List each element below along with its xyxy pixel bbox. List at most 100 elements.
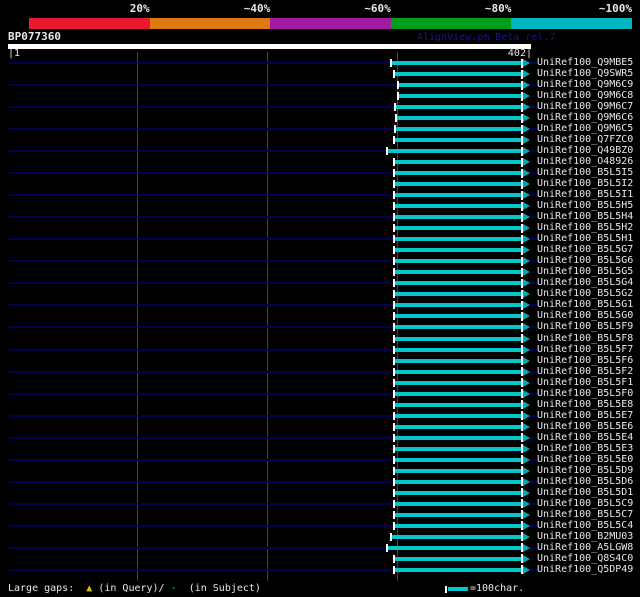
hit-label[interactable]: UniRef100_B5L5G1 bbox=[537, 300, 633, 310]
hit-bar[interactable] bbox=[394, 358, 521, 363]
hit-label[interactable]: UniRef100_B5L5G7 bbox=[537, 245, 633, 255]
hit-label[interactable]: UniRef100_Q9MBE5 bbox=[537, 58, 633, 68]
hit-bar[interactable] bbox=[394, 512, 521, 517]
hit-bar[interactable] bbox=[395, 127, 521, 132]
hit-bar[interactable] bbox=[394, 215, 521, 220]
hit-arrowhead-icon bbox=[523, 565, 530, 574]
hit-label[interactable]: UniRef100_B5L5G4 bbox=[537, 278, 633, 288]
hit-label[interactable]: UniRef100_B5L5H1 bbox=[537, 234, 633, 244]
hit-bar[interactable] bbox=[394, 281, 521, 286]
hit-bar[interactable] bbox=[394, 446, 521, 451]
hit-label[interactable]: UniRef100_Q9M6C7 bbox=[537, 102, 633, 112]
hit-bar[interactable] bbox=[394, 171, 521, 176]
hit-label[interactable]: UniRef100_B5L5C9 bbox=[537, 498, 633, 509]
hit-label[interactable]: UniRef100_B5L5F1 bbox=[537, 377, 633, 388]
hit-bar[interactable] bbox=[394, 138, 521, 143]
hit-label[interactable]: UniRef100_O48926 bbox=[537, 157, 633, 167]
hit-label[interactable]: UniRef100_B5L5G2 bbox=[537, 289, 633, 299]
hit-label[interactable]: UniRef100_B5L5F7 bbox=[537, 344, 633, 355]
hit-bar[interactable] bbox=[388, 149, 521, 154]
hit-bar[interactable] bbox=[394, 303, 521, 308]
hit-label[interactable]: UniRef100_B5L5D6 bbox=[537, 476, 633, 487]
hit-label[interactable]: UniRef100_B5L5E6 bbox=[537, 421, 633, 432]
hit-bar[interactable] bbox=[394, 193, 521, 198]
hit-label[interactable]: UniRef100_Q49BZ0 bbox=[537, 146, 633, 156]
hit-label[interactable]: UniRef100_B5L5F6 bbox=[537, 355, 633, 366]
hit-label[interactable]: UniRef100_B5L5G6 bbox=[537, 256, 633, 266]
hit-bar[interactable] bbox=[394, 72, 521, 77]
hit-label[interactable]: UniRef100_B5L5E0 bbox=[537, 454, 633, 465]
hit-bar[interactable] bbox=[394, 468, 521, 473]
hit-bar[interactable] bbox=[394, 314, 521, 319]
hit-arrowhead-icon bbox=[523, 312, 530, 321]
hit-bar[interactable] bbox=[394, 226, 521, 231]
hit-label[interactable]: UniRef100_B5L5F0 bbox=[537, 388, 633, 399]
hit-bar[interactable] bbox=[394, 237, 521, 242]
hit-arrowhead-icon bbox=[523, 147, 530, 156]
hit-bar[interactable] bbox=[394, 347, 521, 352]
hit-label[interactable]: UniRef100_B5L5G5 bbox=[537, 267, 633, 277]
hit-label[interactable]: UniRef100_A5LGW8 bbox=[537, 542, 633, 553]
hit-bar[interactable] bbox=[394, 160, 521, 165]
hit-arrowhead-icon bbox=[523, 554, 530, 563]
hit-bar[interactable] bbox=[394, 182, 521, 187]
hit-bar[interactable] bbox=[394, 204, 521, 209]
hit-label[interactable]: UniRef100_B5L5I2 bbox=[537, 179, 633, 189]
hit-label[interactable]: UniRef100_B5L5H4 bbox=[537, 212, 633, 222]
hit-bar[interactable] bbox=[394, 556, 521, 561]
hit-bar[interactable] bbox=[392, 61, 521, 65]
hit-bar[interactable] bbox=[394, 457, 521, 462]
hit-bar[interactable] bbox=[394, 380, 521, 385]
query-sequence-bar bbox=[8, 44, 531, 49]
hit-label[interactable]: UniRef100_B5L5H2 bbox=[537, 223, 633, 233]
hit-bar[interactable] bbox=[394, 479, 521, 484]
hit-bar[interactable] bbox=[388, 545, 521, 550]
hit-bar[interactable] bbox=[398, 94, 521, 99]
hit-label[interactable]: UniRef100_Q9M6C6 bbox=[537, 113, 633, 123]
hit-label[interactable]: UniRef100_B5L5H5 bbox=[537, 201, 633, 211]
hit-label[interactable]: UniRef100_B5L5G0 bbox=[537, 311, 633, 321]
hit-bar[interactable] bbox=[398, 83, 521, 88]
hit-bar[interactable] bbox=[394, 490, 521, 495]
hit-label[interactable]: UniRef100_B5L5D1 bbox=[537, 487, 633, 498]
hit-bar[interactable] bbox=[394, 369, 521, 374]
hit-bar[interactable] bbox=[392, 534, 521, 539]
hit-bar[interactable] bbox=[394, 248, 521, 253]
hit-bar[interactable] bbox=[394, 402, 521, 407]
hit-label[interactable]: UniRef100_B5L5C4 bbox=[537, 520, 633, 531]
hit-label[interactable]: UniRef100_Q8S4C0 bbox=[537, 553, 633, 564]
hit-bar[interactable] bbox=[394, 523, 521, 528]
hit-bar[interactable] bbox=[394, 259, 521, 264]
hit-label[interactable]: UniRef100_B5L5F8 bbox=[537, 333, 633, 344]
hit-label[interactable]: UniRef100_B5L5F2 bbox=[537, 366, 633, 377]
hit-bar[interactable] bbox=[394, 336, 521, 341]
hit-bar[interactable] bbox=[394, 292, 521, 297]
hit-bar[interactable] bbox=[394, 424, 521, 429]
hit-label[interactable]: UniRef100_B5L5C7 bbox=[537, 509, 633, 520]
hit-bar[interactable] bbox=[394, 391, 521, 396]
hit-label[interactable]: UniRef100_B5L5E3 bbox=[537, 443, 633, 454]
hit-bar[interactable] bbox=[394, 413, 521, 418]
hit-bar[interactable] bbox=[395, 105, 521, 110]
hit-bar[interactable] bbox=[394, 501, 521, 506]
hit-label[interactable]: UniRef100_B5L5E7 bbox=[537, 410, 633, 421]
hit-bar[interactable] bbox=[394, 567, 521, 572]
hit-label[interactable]: UniRef100_B5L5D9 bbox=[537, 465, 633, 476]
hit-label[interactable]: UniRef100_Q9M6C9 bbox=[537, 80, 633, 90]
hit-label[interactable]: UniRef100_B5L5E8 bbox=[537, 399, 633, 410]
hit-label[interactable]: UniRef100_Q7FZC0 bbox=[537, 135, 633, 145]
hit-bar[interactable] bbox=[394, 270, 521, 275]
hit-arrowhead-icon bbox=[523, 477, 530, 486]
hit-label[interactable]: UniRef100_B5L5I1 bbox=[537, 190, 633, 200]
hit-bar[interactable] bbox=[394, 435, 521, 440]
hit-label[interactable]: UniRef100_Q9M6C8 bbox=[537, 91, 633, 101]
hit-label[interactable]: UniRef100_B5L5F9 bbox=[537, 322, 633, 332]
hit-label[interactable]: UniRef100_B5L5I5 bbox=[537, 168, 633, 178]
hit-label[interactable]: UniRef100_B2MU03 bbox=[537, 531, 633, 542]
hit-bar[interactable] bbox=[394, 325, 521, 330]
hit-label[interactable]: UniRef100_Q5DP49 bbox=[537, 564, 633, 575]
hit-label[interactable]: UniRef100_Q9SWR5 bbox=[537, 69, 633, 79]
hit-bar[interactable] bbox=[397, 116, 521, 121]
hit-label[interactable]: UniRef100_B5L5E4 bbox=[537, 432, 633, 443]
hit-label[interactable]: UniRef100_Q9M6C5 bbox=[537, 124, 633, 134]
